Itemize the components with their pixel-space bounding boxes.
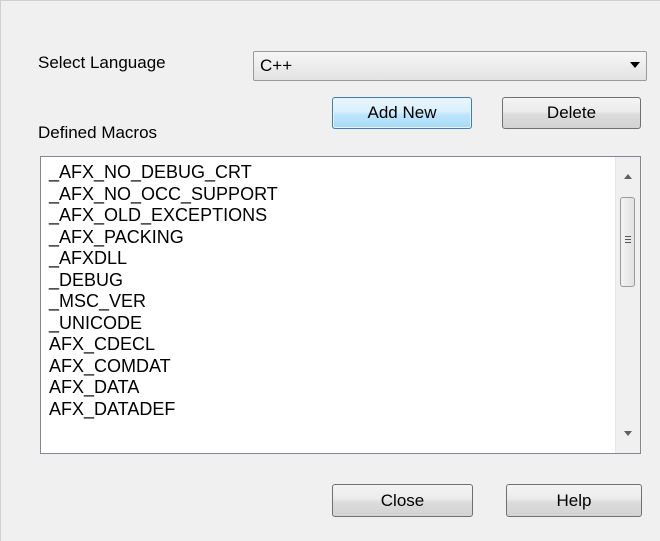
macros-listbox[interactable]: _AFX_NO_DEBUG_CRT _AFX_NO_OCC_SUPPORT _A…: [40, 156, 641, 454]
list-item[interactable]: _AFX_NO_OCC_SUPPORT: [49, 184, 278, 206]
vertical-scrollbar[interactable]: [615, 157, 640, 453]
list-item[interactable]: AFX_DATA: [49, 377, 278, 399]
scroll-down-arrow-icon[interactable]: [624, 431, 632, 436]
close-button[interactable]: Close: [332, 484, 473, 517]
scroll-up-arrow-icon[interactable]: [624, 174, 632, 179]
macros-dialog: Select Language C++ Defined Macros Add N…: [0, 0, 660, 541]
defined-macros-label: Defined Macros: [38, 123, 158, 142]
chevron-down-icon[interactable]: [630, 62, 640, 68]
list-item[interactable]: _UNICODE: [49, 313, 278, 335]
list-item[interactable]: _MSC_VER: [49, 291, 278, 313]
scrollbar-thumb[interactable]: [620, 197, 635, 287]
list-item[interactable]: AFX_COMDAT: [49, 356, 278, 378]
list-item[interactable]: AFX_CDECL: [49, 334, 278, 356]
list-item[interactable]: _AFX_NO_DEBUG_CRT: [49, 162, 278, 184]
help-button[interactable]: Help: [506, 484, 642, 517]
grip-icon: [625, 236, 631, 246]
list-item[interactable]: _AFX_OLD_EXCEPTIONS: [49, 205, 278, 227]
macros-list: _AFX_NO_DEBUG_CRT _AFX_NO_OCC_SUPPORT _A…: [49, 162, 278, 420]
list-item[interactable]: _DEBUG: [49, 270, 278, 292]
select-language-label: Select Language: [38, 53, 166, 72]
list-item[interactable]: AFX_DATADEF: [49, 399, 278, 421]
language-select-value: C++: [260, 56, 293, 75]
language-select[interactable]: C++: [253, 51, 647, 81]
list-item[interactable]: _AFX_PACKING: [49, 227, 278, 249]
list-item[interactable]: _AFXDLL: [49, 248, 278, 270]
add-new-button[interactable]: Add New: [332, 97, 472, 129]
delete-button[interactable]: Delete: [502, 97, 641, 129]
